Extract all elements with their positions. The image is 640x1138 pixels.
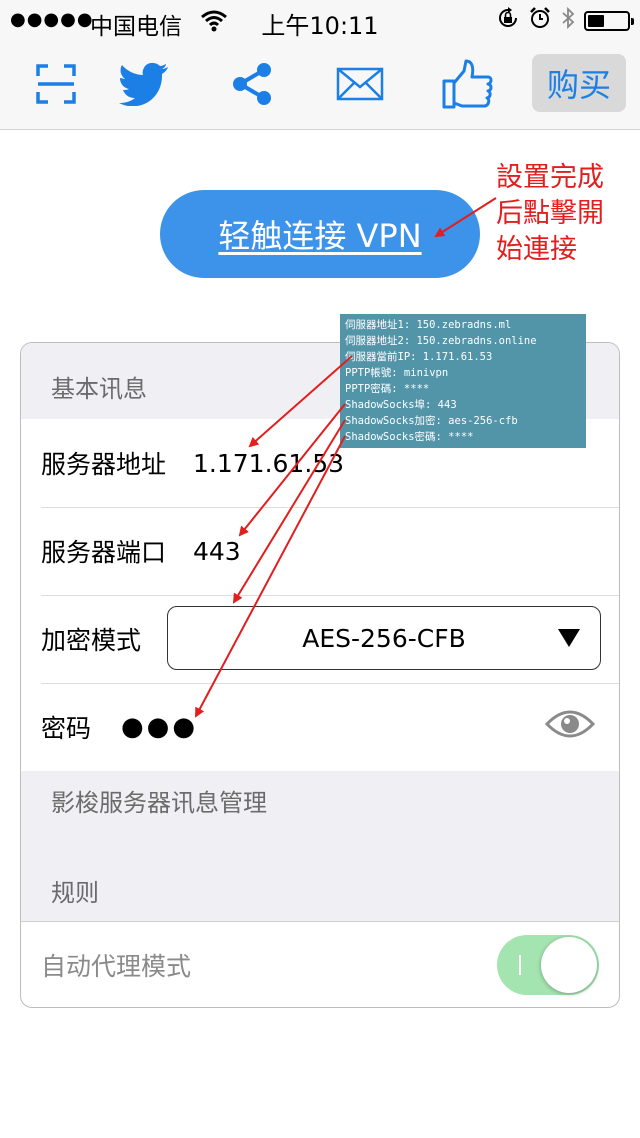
- info-line: ShadowSocks埠: 443: [345, 399, 457, 411]
- info-line: 伺服器當前IP: 1.171.61.53: [345, 351, 493, 363]
- bluetooth-icon: [560, 6, 576, 36]
- auto-proxy-toggle[interactable]: [497, 935, 599, 995]
- note-line: 設置完成: [496, 162, 604, 193]
- note-line: 始連接: [496, 234, 577, 265]
- info-line: ShadowSocks加密: aes-256-cfb: [345, 415, 518, 427]
- server-address-value[interactable]: 1.171.61.53: [193, 449, 344, 478]
- status-indicators: [496, 6, 634, 36]
- server-port-row[interactable]: 服务器端口 443: [21, 507, 619, 595]
- info-line: ShadowSocks密碼: ****: [345, 431, 474, 443]
- note-line: 后點擊開: [496, 198, 604, 229]
- encryption-mode-select[interactable]: AES-256-CFB: [167, 606, 601, 670]
- section-header-manage[interactable]: 影梭服务器讯息管理: [21, 771, 619, 861]
- password-label: 密码: [41, 714, 92, 743]
- server-port-label: 服务器端口: [41, 538, 167, 567]
- twitter-icon[interactable]: [114, 56, 174, 112]
- info-line: 伺服器地址2: 150.zebradns.online: [345, 335, 537, 347]
- server-port-value[interactable]: 443: [193, 537, 241, 566]
- instruction-note: 設置完成 后點擊開 始連接: [496, 160, 626, 268]
- toggle-knob[interactable]: [541, 937, 597, 993]
- connect-vpn-button[interactable]: 轻触连接 VPN: [160, 190, 480, 278]
- info-line: 伺服器地址1: 150.zebradns.ml: [345, 319, 512, 331]
- thumbs-up-icon[interactable]: [438, 56, 498, 112]
- mail-icon[interactable]: [330, 56, 390, 112]
- toolbar: 购买: [0, 40, 640, 130]
- auto-proxy-label: 自动代理模式: [41, 952, 192, 981]
- encryption-mode-label: 加密模式: [41, 626, 142, 655]
- info-line: PPTP帳號: minivpn: [345, 367, 449, 379]
- server-info-overlay: 伺服器地址1: 150.zebradns.ml 伺服器地址2: 150.zebr…: [340, 314, 586, 448]
- battery-icon: [584, 11, 634, 31]
- dropdown-triangle-icon: [558, 629, 580, 647]
- auto-proxy-row: 自动代理模式: [21, 921, 619, 1007]
- scan-icon[interactable]: [26, 56, 86, 112]
- toggle-on-mark: [519, 955, 521, 975]
- info-line: PPTP密碼: ****: [345, 383, 430, 395]
- eye-icon[interactable]: [544, 708, 596, 746]
- buy-button[interactable]: 购买: [532, 54, 626, 112]
- encryption-mode-value: AES-256-CFB: [302, 623, 466, 653]
- password-field[interactable]: ●●●: [121, 712, 198, 742]
- password-row[interactable]: 密码 ●●●: [21, 683, 619, 771]
- orientation-lock-icon: [496, 6, 520, 36]
- status-bar: ●●●●● 中国电信 上午10:11: [0, 0, 640, 40]
- server-address-label: 服务器地址: [41, 450, 167, 479]
- share-icon[interactable]: [222, 56, 282, 112]
- section-header-rules: 规则: [21, 861, 619, 921]
- alarm-icon: [528, 6, 552, 36]
